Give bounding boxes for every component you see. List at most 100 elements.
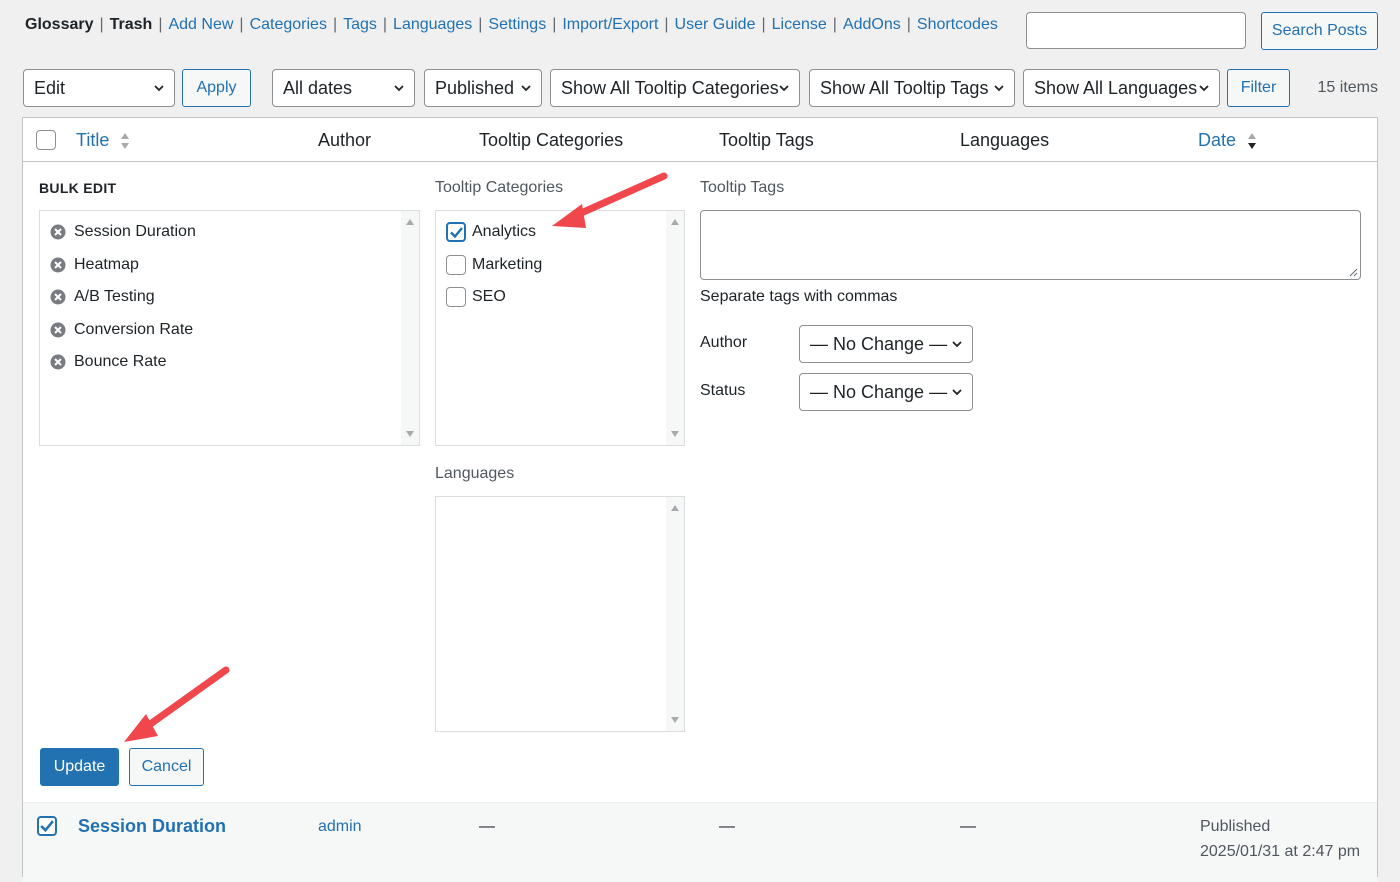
nav-shortcodes[interactable]: Shortcodes — [917, 16, 998, 33]
resize-grip-icon[interactable] — [1348, 267, 1358, 277]
bulk-title-item: Heatmap — [50, 253, 139, 277]
bulk-title-item: Bounce Rate — [50, 350, 167, 374]
date-filter-select[interactable]: All dates — [272, 69, 415, 107]
tooltip-tags-textarea[interactable] — [700, 210, 1361, 280]
column-date[interactable]: Date — [1198, 130, 1257, 151]
cancel-button[interactable]: Cancel — [129, 748, 204, 786]
bulk-title-item: Conversion Rate — [50, 318, 193, 342]
author-label: Author — [700, 334, 748, 351]
nav-trash[interactable]: Trash — [110, 16, 153, 33]
tooltip-tags-label: Tooltip Tags — [700, 179, 785, 196]
nav-languages[interactable]: Languages — [393, 16, 472, 33]
checkbox[interactable] — [446, 222, 466, 242]
tag-filter-select[interactable]: Show All Tooltip Tags — [809, 69, 1015, 107]
scroll-up-icon[interactable] — [670, 504, 680, 512]
remove-icon[interactable] — [50, 289, 66, 305]
remove-icon[interactable] — [50, 257, 66, 273]
date-filter-value: All dates — [283, 77, 353, 98]
sort-icon — [121, 133, 130, 150]
tags-hint: Separate tags with commas — [700, 288, 898, 305]
category-filter-select[interactable]: Show All Tooltip Categories — [550, 69, 800, 107]
table-header: Title Author Tooltip Categories Tooltip … — [23, 118, 1377, 162]
row-tags: — — [719, 818, 735, 835]
status-select[interactable]: — No Change — — [799, 373, 973, 411]
nav-tags[interactable]: Tags — [343, 16, 377, 33]
nav-categories[interactable]: Categories — [250, 16, 327, 33]
select-all-checkbox[interactable] — [36, 130, 56, 150]
search-posts-button[interactable]: Search Posts — [1261, 12, 1378, 50]
categories-checklist: Analytics Marketing SEO — [435, 210, 685, 446]
scroll-down-icon[interactable] — [670, 430, 680, 438]
row-date: 2025/01/31 at 2:47 pm — [1200, 843, 1361, 860]
checkbox[interactable] — [446, 287, 466, 307]
nav-separator: | — [239, 16, 244, 33]
category-item-seo[interactable]: SEO — [446, 285, 506, 309]
annotation-arrow-icon — [124, 666, 230, 742]
update-button[interactable]: Update — [40, 748, 119, 786]
nav-separator: | — [478, 16, 483, 33]
bulk-title-label: Conversion Rate — [74, 321, 194, 338]
category-filter-value: Show All Tooltip Categories — [561, 77, 779, 98]
scrollbar[interactable] — [401, 211, 419, 445]
nav-import-export[interactable]: Import/Export — [562, 16, 658, 33]
row-title-link[interactable]: Session Duration — [78, 816, 226, 837]
author-select[interactable]: — No Change — — [799, 325, 973, 363]
search-input[interactable] — [1026, 12, 1246, 49]
scrollbar[interactable] — [666, 211, 684, 445]
scroll-down-icon[interactable] — [405, 430, 415, 438]
chevron-down-icon — [1199, 85, 1209, 92]
row-author-link[interactable]: admin — [318, 818, 362, 836]
bulk-titles-list[interactable]: Session Duration Heatmap A/B Testing Con… — [39, 210, 420, 446]
annotation-arrow-icon — [552, 172, 668, 228]
column-title[interactable]: Title — [76, 130, 130, 151]
bulk-action-select[interactable]: Edit — [23, 69, 175, 107]
languages-label: Languages — [435, 465, 515, 482]
chevron-down-icon — [994, 85, 1004, 92]
nav-glossary[interactable]: Glossary — [25, 16, 93, 33]
chevron-down-icon — [521, 85, 531, 92]
column-title-label[interactable]: Title — [76, 130, 109, 150]
posts-table: Title Author Tooltip Categories Tooltip … — [22, 117, 1378, 882]
status-filter-value: Published — [435, 77, 515, 98]
nav-user-guide[interactable]: User Guide — [675, 16, 756, 33]
category-item-marketing[interactable]: Marketing — [446, 253, 542, 277]
nav-add-new[interactable]: Add New — [168, 16, 233, 33]
column-author: Author — [318, 130, 372, 150]
nav-separator: | — [761, 16, 766, 33]
nav-separator: | — [664, 16, 669, 33]
remove-icon[interactable] — [50, 224, 66, 240]
bulk-title-item: Session Duration — [50, 220, 196, 244]
row-languages: — — [960, 818, 976, 835]
status-filter-select[interactable]: Published — [424, 69, 542, 107]
remove-icon[interactable] — [50, 322, 66, 338]
nav-separator: | — [332, 16, 338, 33]
column-date-label[interactable]: Date — [1198, 130, 1236, 150]
checkbox[interactable] — [446, 255, 466, 275]
category-label: Analytics — [472, 223, 537, 240]
chevron-down-icon — [154, 85, 164, 92]
check-icon — [450, 227, 463, 239]
scroll-down-icon[interactable] — [670, 716, 680, 724]
nav-separator: | — [832, 16, 837, 33]
column-tooltip-tags: Tooltip Tags — [719, 130, 814, 150]
category-item-analytics[interactable]: Analytics — [446, 220, 536, 244]
nav-addons[interactable]: AddOns — [843, 16, 901, 33]
scroll-up-icon[interactable] — [405, 218, 415, 226]
nav-separator: | — [99, 16, 104, 33]
language-filter-select[interactable]: Show All Languages — [1023, 69, 1220, 107]
category-label: Marketing — [472, 256, 543, 273]
column-tooltip-categories: Tooltip Categories — [479, 130, 624, 150]
author-select-value: — No Change — — [810, 333, 948, 354]
row-date-status: Published — [1200, 818, 1271, 835]
scrollbar[interactable] — [666, 497, 684, 731]
filter-button[interactable]: Filter — [1227, 69, 1290, 107]
apply-button[interactable]: Apply — [182, 69, 251, 107]
table-row: Session Duration admin — — — Published 2… — [23, 802, 1377, 882]
bulk-title-label: Session Duration — [74, 223, 196, 240]
nav-license[interactable]: License — [772, 16, 827, 33]
remove-icon[interactable] — [50, 354, 66, 370]
scroll-up-icon[interactable] — [670, 218, 680, 226]
nav-settings[interactable]: Settings — [488, 16, 546, 33]
row-checkbox[interactable] — [37, 816, 57, 836]
category-label: SEO — [472, 288, 506, 305]
